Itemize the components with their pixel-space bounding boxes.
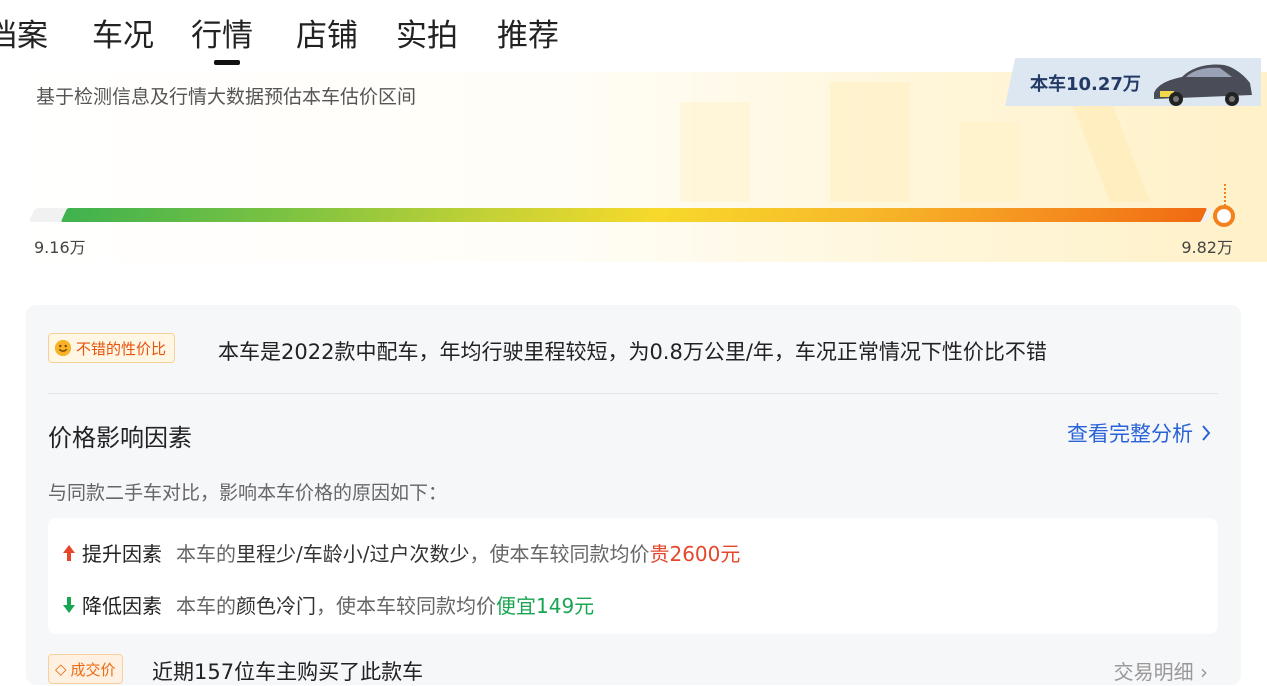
factor-down-prefix: 本车的 (176, 594, 236, 618)
factor-up-prefix: 本车的 (176, 542, 236, 566)
tab-store[interactable]: 店铺 (296, 14, 358, 58)
car-price-label: 本车10.27万 (1030, 74, 1141, 95)
car-image (1154, 64, 1252, 106)
factors-description: 与同款二手车对比，影响本车价格的原因如下： (48, 482, 448, 504)
arrow-down-icon (63, 596, 75, 613)
value-summary-text: 本车是2022款中配车，年均行驶里程较短，为0.8万公里/年，车况正常情况下性价… (218, 340, 1047, 364)
deal-badge-label: 成交价 (70, 660, 116, 679)
deal-text: 近期157位车主购买了此款车 (152, 660, 424, 684)
factor-down-middle: ，使本车较同款均价 (316, 594, 496, 618)
deal-details-label: 交易明细 (1113, 660, 1194, 684)
deal-row[interactable]: ◇ 成交价 近期157位车主购买了此款车 交易明细 › (48, 654, 1218, 684)
factors-list: 提升因素 本车的 里程少/车龄小/过户次数少 ，使本车较同款均价 贵2600元 … (48, 518, 1218, 634)
value-badge-label: 不错的性价比 (76, 339, 167, 358)
factor-down-key: 颜色冷门 (236, 594, 316, 618)
tag-icon: ◇ (55, 660, 67, 678)
estimate-subtitle: 基于检测信息及行情大数据预估本车估价区间 (36, 86, 417, 108)
arrow-up-icon (63, 544, 75, 561)
factor-up-value: 贵2600元 (649, 542, 741, 566)
factor-up-row: 提升因素 本车的 里程少/车龄小/过户次数少 ，使本车较同款均价 贵2600元 (62, 538, 740, 567)
car-price-marker (1213, 205, 1235, 227)
factors-title: 价格影响因素 (48, 424, 192, 452)
factor-up-middle: ，使本车较同款均价 (469, 542, 650, 566)
full-analysis-link[interactable]: 查看完整分析 (1067, 418, 1211, 448)
factor-up-label: 提升因素 (82, 542, 162, 566)
factor-down-value: 便宜149元 (496, 594, 595, 618)
tab-condition[interactable]: 车况 (92, 14, 154, 58)
chevron-right-icon (1202, 425, 1211, 441)
range-max-label: 9.82万 (1181, 238, 1233, 257)
divider (48, 393, 1218, 394)
full-analysis-label: 查看完整分析 (1067, 422, 1193, 446)
tab-profile[interactable]: 档案 (0, 14, 48, 58)
value-badge: 不错的性价比 (48, 333, 176, 363)
tab-recommend[interactable]: 推荐 (497, 14, 559, 58)
deal-details-link[interactable]: 交易明细 › (1114, 656, 1208, 685)
smile-icon (55, 340, 71, 356)
chevron-right-icon: › (1200, 660, 1208, 684)
active-tab-indicator (214, 60, 240, 65)
factor-down-row: 降低因素 本车的 颜色冷门 ，使本车较同款均价 便宜149元 (62, 590, 594, 619)
deal-badge: ◇ 成交价 (48, 654, 123, 684)
range-min-label: 9.16万 (34, 238, 86, 257)
tab-market[interactable]: 行情 (191, 14, 253, 58)
car-price-pin-line (1224, 184, 1226, 206)
tab-photos[interactable]: 实拍 (396, 14, 458, 58)
price-range-bar (60, 208, 1208, 222)
factor-down-label: 降低因素 (82, 594, 162, 618)
factor-up-key: 里程少/车龄小/过户次数少 (236, 542, 470, 566)
